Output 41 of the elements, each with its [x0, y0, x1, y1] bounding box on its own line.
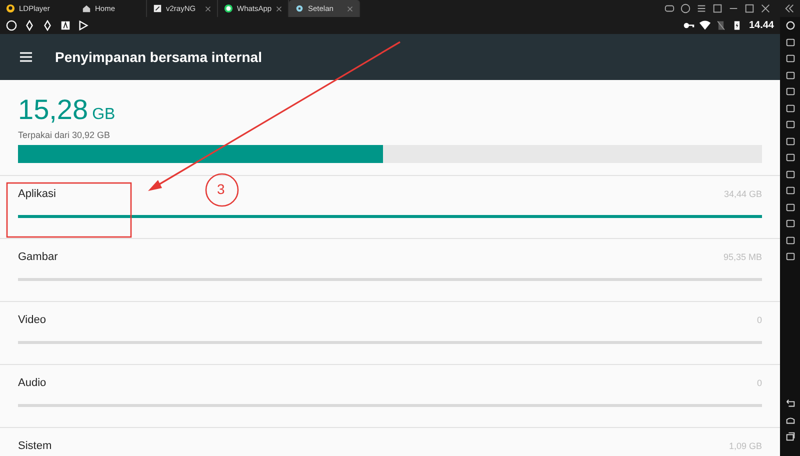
play-icon[interactable] — [78, 20, 89, 31]
close-icon[interactable] — [760, 3, 771, 14]
home-icon — [82, 4, 91, 13]
used-unit: GB — [92, 106, 116, 123]
step-number: 3 — [217, 181, 225, 197]
category-size: 34,44 GB — [724, 189, 762, 199]
category-name: Aplikasi — [18, 188, 56, 200]
app-icon[interactable] — [60, 20, 71, 31]
page-title: Penyimpanan bersama internal — [55, 49, 262, 65]
recent-apps-icon[interactable] — [784, 431, 796, 442]
wifi-icon — [698, 20, 711, 31]
category-name: Video — [18, 314, 46, 326]
diamond-icon[interactable] — [24, 20, 35, 31]
category-row[interactable]: Video 0 — [0, 302, 780, 365]
category-name: Sistem — [18, 440, 52, 452]
close-icon[interactable] — [347, 6, 353, 12]
no-sim-icon — [714, 20, 727, 31]
gear-icon — [295, 4, 304, 13]
category-name: Gambar — [18, 251, 58, 263]
key-icon — [682, 20, 695, 31]
diamond-icon[interactable] — [42, 20, 53, 31]
category-size: 0 — [756, 378, 762, 388]
category-row[interactable]: Audio 0 — [0, 365, 780, 428]
menu-icon[interactable] — [696, 3, 707, 14]
logo-icon — [6, 4, 15, 13]
close-icon[interactable] — [276, 6, 282, 12]
category-row[interactable]: Gambar 95,35 MB — [0, 239, 780, 302]
usage-caption: Terpakai dari 30,92 GB — [18, 130, 112, 140]
category-size: 95,35 MB — [723, 252, 762, 262]
maximize-icon[interactable] — [744, 3, 755, 14]
used-amount: 15,28 — [18, 94, 88, 125]
step-circle — [205, 173, 239, 207]
back-icon[interactable] — [784, 398, 796, 409]
category-name: Audio — [18, 377, 46, 389]
category-size: 0 — [756, 315, 762, 325]
close-icon[interactable] — [205, 6, 211, 12]
category-size: 1,09 GB — [728, 441, 762, 451]
menu-icon[interactable] — [19, 51, 33, 63]
app-icon — [153, 4, 162, 13]
collapse-icon[interactable] — [784, 3, 795, 14]
clock-time: 14.44 — [748, 20, 774, 31]
